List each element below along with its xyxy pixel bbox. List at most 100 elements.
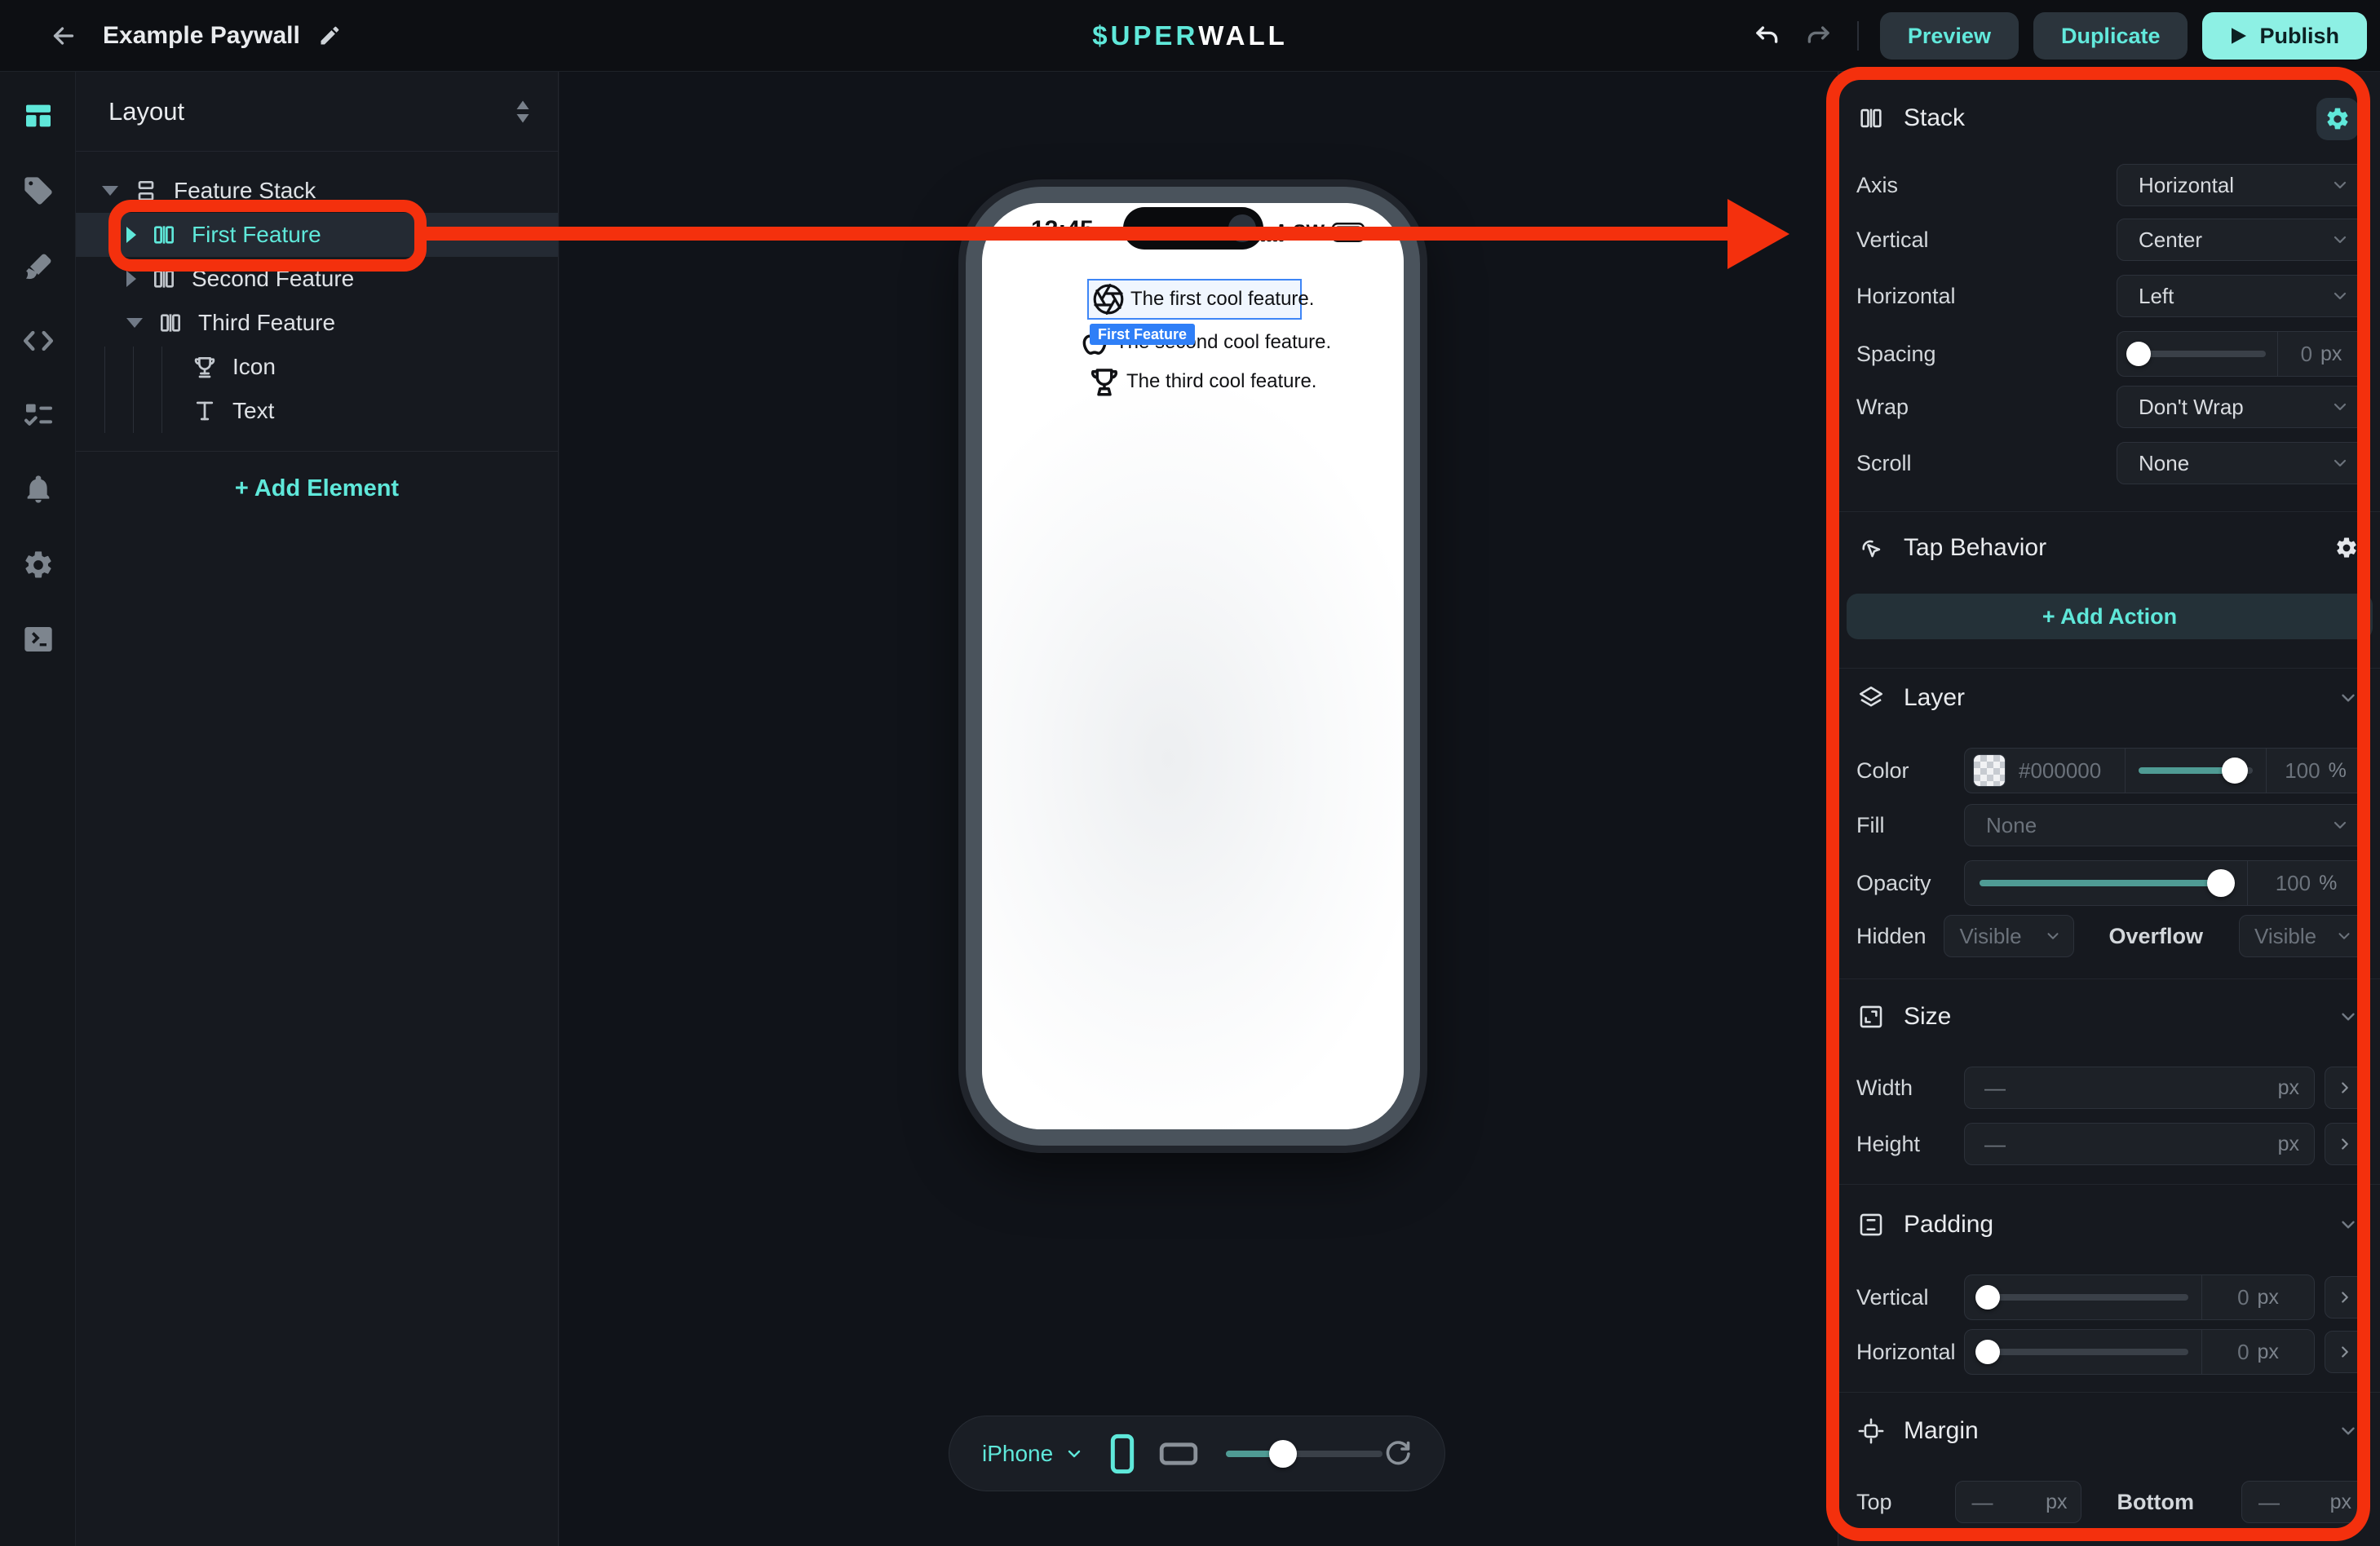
sort-button[interactable]	[512, 99, 533, 124]
undo-button[interactable]	[1750, 18, 1785, 54]
publish-button[interactable]: Publish	[2202, 12, 2367, 60]
spacing-label: Spacing	[1856, 342, 1936, 367]
chevron-right-icon	[2336, 1135, 2354, 1153]
width-input[interactable]: — px	[1964, 1067, 2315, 1109]
nav-code-button[interactable]	[20, 322, 57, 360]
landscape-mode-button[interactable]	[1159, 1440, 1198, 1468]
battery-icon	[1332, 222, 1369, 243]
vertical-dropdown[interactable]: Center	[2117, 219, 2365, 261]
padding-vertical-field[interactable]: 0 px	[2202, 1285, 2314, 1310]
hstack-glyph	[151, 266, 177, 292]
chevron-down-icon[interactable]	[1064, 1444, 1084, 1464]
margin-bottom-input[interactable]: — px	[2241, 1481, 2365, 1523]
nav-console-button[interactable]	[20, 621, 57, 658]
hidden-dropdown[interactable]: Visible	[1944, 915, 2074, 957]
padding-vertical-control: 0 px	[1964, 1274, 2315, 1320]
status-time: 12:45	[1031, 216, 1094, 244]
tree-item-feature-stack[interactable]: Feature Stack	[76, 169, 558, 213]
fill-row: Fill None	[1838, 804, 2380, 846]
section-divider	[1838, 978, 2380, 979]
back-button[interactable]	[47, 20, 80, 52]
stack-settings-button[interactable]	[2316, 98, 2359, 140]
color-alpha-slider[interactable]	[2139, 767, 2253, 774]
play-icon	[2230, 26, 2248, 46]
scroll-dropdown[interactable]: None	[2117, 442, 2365, 484]
duplicate-button[interactable]: Duplicate	[2033, 12, 2188, 60]
opacity-value-field[interactable]: 100 %	[2248, 871, 2365, 896]
width-unit: px	[2278, 1076, 2299, 1100]
nav-checklist-button[interactable]	[20, 396, 57, 434]
spacing-value-field[interactable]: 0 px	[2278, 342, 2365, 367]
padding-vertical-unit: px	[2258, 1286, 2279, 1310]
horizontal-dropdown[interactable]: Left	[2117, 275, 2365, 317]
inspector-panel: Stack Axis Horizontal Vertical Center	[1838, 72, 2380, 1546]
nav-layout-button[interactable]	[20, 97, 57, 135]
scroll-value: None	[2139, 451, 2189, 476]
refresh-button[interactable]	[1382, 1439, 1412, 1469]
tree-item-text[interactable]: Text	[76, 389, 558, 433]
toolbar-divider	[1857, 21, 1859, 51]
nav-settings-button[interactable]	[20, 546, 57, 584]
margin-top-input[interactable]: — px	[1955, 1481, 2081, 1523]
padding-horizontal-expand-button[interactable]	[2325, 1331, 2365, 1373]
tree-item-icon[interactable]: Icon	[76, 345, 558, 389]
wrap-dropdown[interactable]: Don't Wrap	[2117, 386, 2365, 428]
vertical-value: Center	[2139, 227, 2202, 253]
size-section-header[interactable]: Size	[1838, 996, 2380, 1038]
axis-dropdown[interactable]: Horizontal	[2117, 164, 2365, 206]
padding-vertical-value: 0	[2237, 1285, 2249, 1310]
nav-products-button[interactable]	[20, 172, 57, 210]
padding-section-header[interactable]: Padding	[1838, 1204, 2380, 1246]
portrait-mode-button[interactable]	[1110, 1433, 1135, 1474]
padding-vertical-expand-button[interactable]	[2325, 1276, 2365, 1319]
add-action-button[interactable]: + Add Action	[1847, 594, 2373, 639]
caret-right-icon[interactable]	[126, 227, 136, 243]
feature-text: The third cool feature.	[1126, 370, 1316, 393]
height-expand-button[interactable]	[2325, 1123, 2365, 1165]
undo-icon	[1754, 22, 1781, 50]
tag-icon	[22, 174, 55, 207]
color-alpha-field[interactable]: 100 %	[2267, 758, 2365, 784]
phone-screen[interactable]: 12:45 SW The first cool feature. First F…	[982, 203, 1404, 1129]
padding-vertical-label: Vertical	[1856, 1285, 1929, 1310]
redo-button[interactable]	[1800, 18, 1836, 54]
height-input[interactable]: — px	[1964, 1123, 2315, 1165]
feature-row-3[interactable]: The third cool feature.	[1087, 363, 1316, 400]
margin-section-header[interactable]: Margin	[1838, 1410, 2380, 1452]
padding-horizontal-field[interactable]: 0 px	[2202, 1340, 2314, 1365]
color-swatch[interactable]	[1973, 754, 2006, 787]
feature-row-1[interactable]: The first cool feature.	[1091, 280, 1314, 318]
edit-pencil-icon[interactable]	[318, 24, 341, 47]
device-select[interactable]: iPhone	[982, 1441, 1053, 1467]
color-hex-field[interactable]: #000000	[2019, 758, 2125, 784]
overflow-dropdown[interactable]: Visible	[2239, 915, 2365, 957]
tree-item-second-feature[interactable]: Second Feature	[76, 257, 558, 301]
opacity-slider[interactable]	[1980, 880, 2232, 886]
add-element-button[interactable]: + Add Element	[76, 467, 558, 510]
tree-item-third-feature[interactable]: Third Feature	[76, 301, 558, 345]
layer-section-header[interactable]: Layer	[1838, 677, 2380, 719]
zoom-slider[interactable]	[1226, 1451, 1382, 1457]
padding-vertical-slider[interactable]	[1976, 1294, 2188, 1301]
caret-down-icon[interactable]	[102, 186, 118, 196]
stack-section-title: Stack	[1904, 104, 1965, 132]
fill-dropdown[interactable]: None	[1964, 804, 2365, 846]
tree-item-label: Text	[232, 398, 274, 424]
width-expand-button[interactable]	[2325, 1067, 2365, 1109]
tap-behavior-title: Tap Behavior	[1904, 534, 2046, 562]
caret-down-icon[interactable]	[126, 318, 143, 328]
nav-theme-button[interactable]	[20, 248, 57, 285]
padding-horizontal-slider[interactable]	[1976, 1349, 2188, 1355]
canvas[interactable]: 12:45 SW The first cool feature. First F…	[560, 72, 1838, 1546]
caret-right-icon[interactable]	[126, 271, 136, 287]
redo-icon	[1804, 22, 1832, 50]
tree-item-first-feature[interactable]: First Feature	[76, 213, 558, 257]
spacing-control: 0 px	[2117, 331, 2365, 377]
device-toolbar: iPhone	[949, 1416, 1445, 1491]
hidden-overflow-row: Hidden Visible Overflow Visible	[1838, 915, 2380, 957]
tap-behavior-settings-button[interactable]	[2334, 536, 2359, 560]
preview-button[interactable]: Preview	[1880, 12, 2019, 60]
aperture-icon	[1091, 282, 1126, 316]
nav-notifications-button[interactable]	[20, 470, 57, 508]
spacing-slider[interactable]	[2127, 351, 2266, 357]
